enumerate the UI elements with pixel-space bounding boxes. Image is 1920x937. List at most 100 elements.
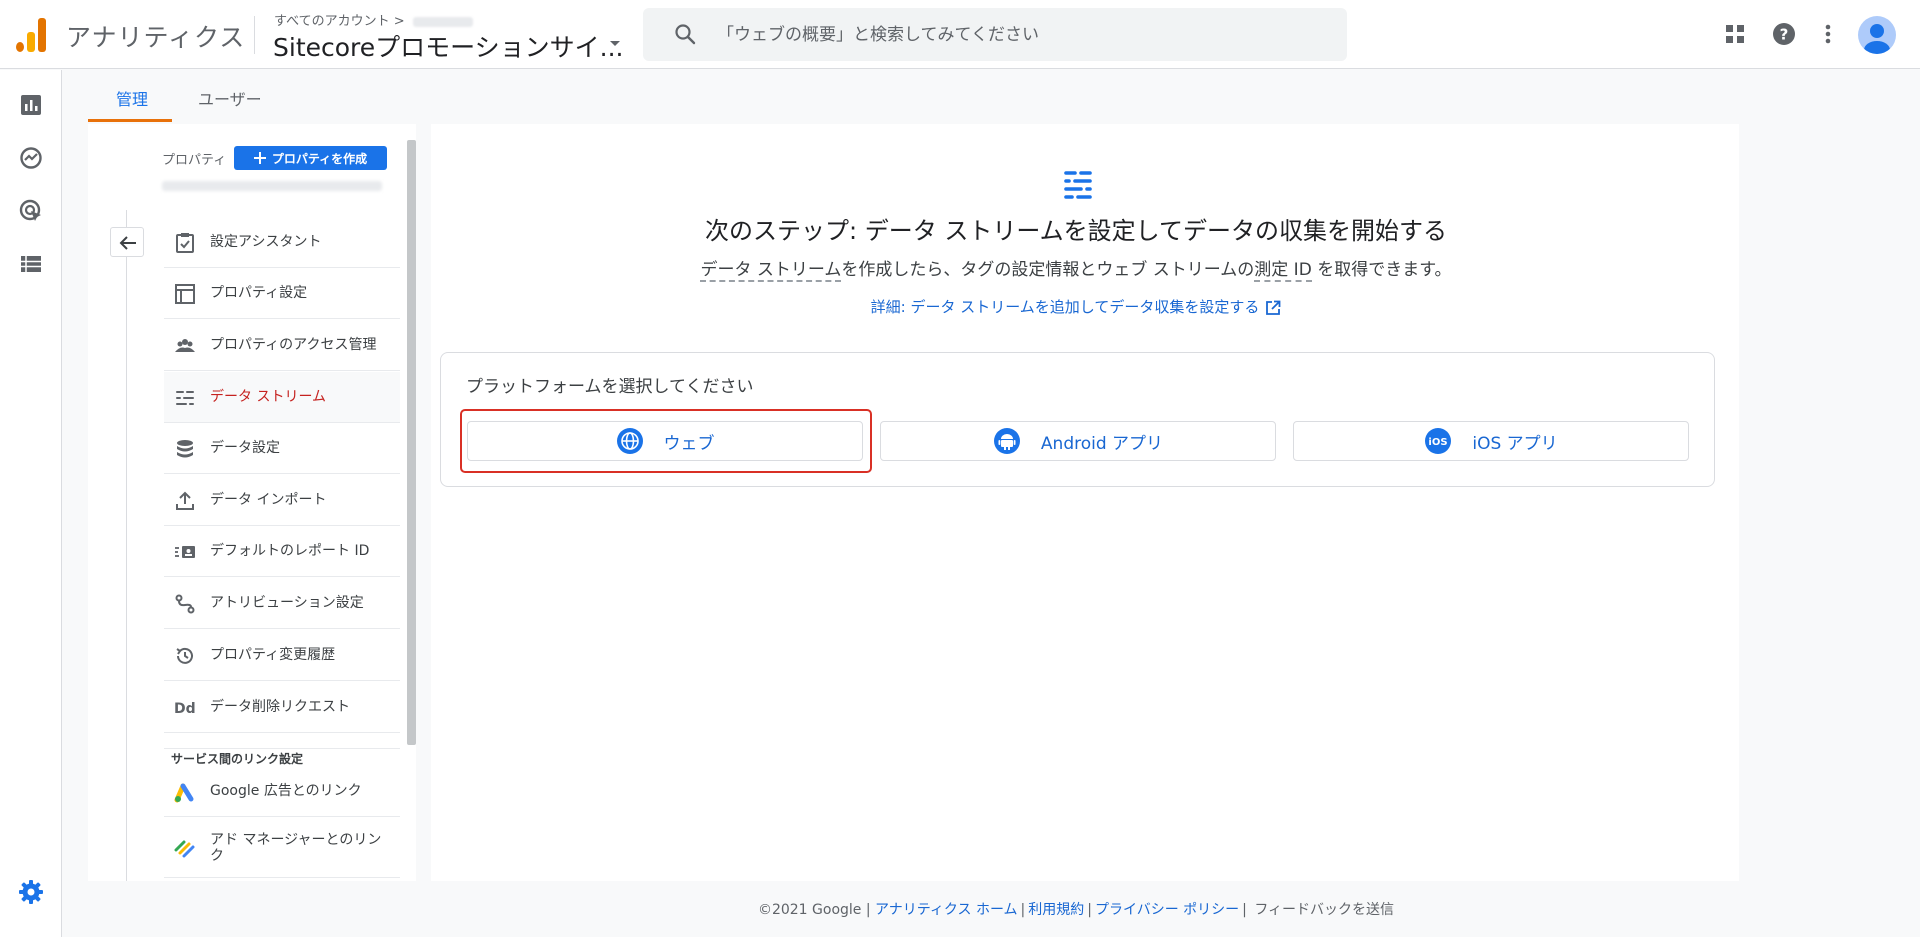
user-icon bbox=[1864, 24, 1890, 54]
app-name: アナリティクス bbox=[66, 23, 246, 52]
create-property-label: プロパティを作成 bbox=[271, 151, 368, 166]
menu-item-ad-manager-links[interactable]: アド マネージャーとのリンク bbox=[164, 818, 400, 878]
menu-item-data-settings[interactable]: データ設定 bbox=[164, 423, 400, 474]
menu-item-attribution-settings[interactable]: アトリビューション設定 bbox=[164, 578, 400, 629]
footer: ©2021 Google | アナリティクス ホーム | 利用規約 | プライバシー ポ… bbox=[757, 902, 1395, 918]
svg-text:iOS: iOS bbox=[1429, 437, 1448, 448]
blurred-account-name bbox=[412, 16, 473, 27]
data-stream-icon bbox=[1064, 171, 1092, 199]
history-icon bbox=[176, 647, 193, 664]
search-input[interactable] bbox=[717, 8, 1317, 61]
menu-item-reporting-id[interactable]: デフォルトのレポート ID bbox=[164, 526, 400, 577]
desc-text-end: を取得できます。 bbox=[1311, 260, 1452, 280]
menu-item-data-deletion[interactable]: Dd データ削除リクエスト bbox=[164, 682, 400, 733]
learn-more-text: 詳細: データ ストリームを追加してデータ収集を設定する bbox=[870, 298, 1260, 316]
property-label: プロパティ bbox=[162, 153, 227, 168]
desc-text: を作成したら、タグの設定情報とウェブ ストリームの bbox=[841, 260, 1255, 280]
menu-item-data-streams[interactable]: データ ストリーム bbox=[164, 372, 400, 423]
footer-terms-link[interactable]: 利用規約 bbox=[1028, 902, 1084, 918]
menu-item-change-history[interactable]: プロパティ変更履歴 bbox=[164, 630, 400, 681]
menu-item-google-ads-links[interactable]: Google 広告とのリンク bbox=[164, 766, 400, 817]
left-nav-rail bbox=[0, 70, 62, 937]
tab-admin[interactable]: 管理 bbox=[116, 86, 148, 110]
footer-privacy-link[interactable]: プライバシー ポリシー bbox=[1095, 902, 1239, 918]
header-divider bbox=[254, 16, 255, 54]
apps-grid-icon[interactable] bbox=[1721, 20, 1749, 48]
data-stream-icon bbox=[176, 391, 194, 405]
property-selector[interactable]: Sitecoreプロモーションサイ... bbox=[273, 28, 624, 64]
learn-more-link[interactable]: 詳細: データ ストリームを追加してデータ収集を設定する bbox=[431, 296, 1721, 317]
platform-label: Android アプリ bbox=[1040, 433, 1164, 454]
platform-select-label: プラットフォームを選択してください bbox=[466, 377, 754, 397]
configure-list-icon[interactable] bbox=[18, 251, 44, 277]
advertising-icon[interactable] bbox=[18, 198, 44, 224]
avatar[interactable] bbox=[1858, 16, 1896, 54]
menu-item-label: デフォルトのレポート ID bbox=[210, 543, 370, 559]
menu-item-label: データ削除リクエスト bbox=[210, 699, 350, 715]
menu-item-label: プロパティのアクセス管理 bbox=[210, 337, 377, 353]
tab-user[interactable]: ユーザー bbox=[198, 86, 262, 110]
id-card-icon bbox=[175, 546, 195, 558]
android-platform-button[interactable]: Android アプリ bbox=[880, 421, 1276, 461]
measurement-id-term[interactable]: 測定 ID bbox=[1254, 260, 1312, 282]
section-divider bbox=[164, 748, 400, 749]
menu-item-label: アド マネージャーとのリンク bbox=[210, 831, 382, 864]
menu-item-label: プロパティ設定 bbox=[210, 285, 308, 301]
android-icon bbox=[993, 428, 1020, 454]
breadcrumb-text: すべてのアカウント > bbox=[274, 14, 405, 29]
ad-manager-icon bbox=[174, 840, 195, 858]
ios-icon: iOS bbox=[1425, 428, 1452, 454]
open-in-new-icon bbox=[1266, 300, 1281, 315]
menu-item-setup-assistant[interactable]: 設定アシスタント bbox=[164, 217, 400, 268]
blurred-property-name bbox=[162, 181, 382, 191]
search-icon bbox=[675, 24, 696, 45]
upload-icon bbox=[176, 491, 194, 510]
menu-item-label: アトリビューション設定 bbox=[210, 595, 364, 611]
svg-text:Dd: Dd bbox=[174, 701, 196, 717]
google-ads-icon bbox=[174, 783, 194, 803]
menu-guide-line bbox=[126, 210, 127, 881]
ios-platform-button[interactable]: iOS iOS アプリ bbox=[1293, 421, 1689, 461]
more-vert-icon[interactable] bbox=[1814, 20, 1842, 48]
route-icon bbox=[175, 594, 195, 614]
platform-label: iOS アプリ bbox=[1472, 433, 1558, 454]
layout-icon bbox=[175, 284, 195, 304]
account-breadcrumb[interactable]: すべてのアカウント > bbox=[274, 10, 473, 29]
svg-text:?: ? bbox=[1780, 26, 1789, 44]
top-app-bar: アナリティクス すべてのアカウント > Sitecoreプロモーションサイ...… bbox=[0, 0, 1920, 69]
menu-item-data-import[interactable]: データ インポート bbox=[164, 475, 400, 526]
admin-gear-icon[interactable] bbox=[16, 877, 46, 907]
menu-item-label: プロパティ変更履歴 bbox=[210, 647, 336, 663]
help-icon[interactable]: ? bbox=[1770, 20, 1798, 48]
back-button[interactable] bbox=[110, 227, 144, 257]
search-bar[interactable] bbox=[643, 8, 1347, 61]
active-tab-indicator bbox=[88, 119, 172, 122]
menu-item-label: 設定アシスタント bbox=[210, 234, 322, 250]
database-icon bbox=[177, 440, 193, 458]
footer-copyright: ©2021 Google | bbox=[757, 902, 871, 918]
caret-down-icon[interactable] bbox=[610, 41, 620, 46]
checkbox-clipboard-icon bbox=[176, 233, 194, 253]
reports-icon[interactable] bbox=[18, 92, 44, 118]
dd-text-icon: Dd bbox=[174, 701, 196, 717]
menu-item-label: データ ストリーム bbox=[210, 389, 327, 405]
next-step-description: データ ストリームを作成したら、タグの設定情報とウェブ ストリームの測定 ID … bbox=[431, 255, 1721, 282]
web-button-highlight bbox=[460, 409, 872, 473]
data-stream-term[interactable]: データ ストリーム bbox=[700, 260, 842, 282]
section-label-product-links: サービス間のリンク設定 bbox=[171, 752, 304, 766]
people-icon bbox=[175, 339, 195, 352]
menu-scrollbar[interactable] bbox=[407, 140, 416, 745]
menu-item-label: Google 広告とのリンク bbox=[210, 783, 362, 799]
create-property-button[interactable]: プロパティを作成 bbox=[234, 146, 387, 170]
footer-feedback-link[interactable]: フィードバックを送信 bbox=[1254, 902, 1394, 918]
menu-item-access-management[interactable]: プロパティのアクセス管理 bbox=[164, 320, 400, 371]
arrow-left-icon bbox=[119, 236, 136, 250]
footer-home-link[interactable]: アナリティクス ホーム bbox=[875, 902, 1018, 918]
plus-icon bbox=[253, 152, 266, 164]
menu-item-label: データ設定 bbox=[210, 440, 280, 456]
analytics-logo-icon[interactable] bbox=[16, 18, 46, 52]
explore-icon[interactable] bbox=[18, 145, 44, 171]
next-step-title: 次のステップ: データ ストリームを設定してデータの収集を開始する bbox=[705, 217, 1447, 245]
menu-item-label: データ インポート bbox=[210, 492, 327, 508]
menu-item-property-settings[interactable]: プロパティ設定 bbox=[164, 268, 400, 319]
